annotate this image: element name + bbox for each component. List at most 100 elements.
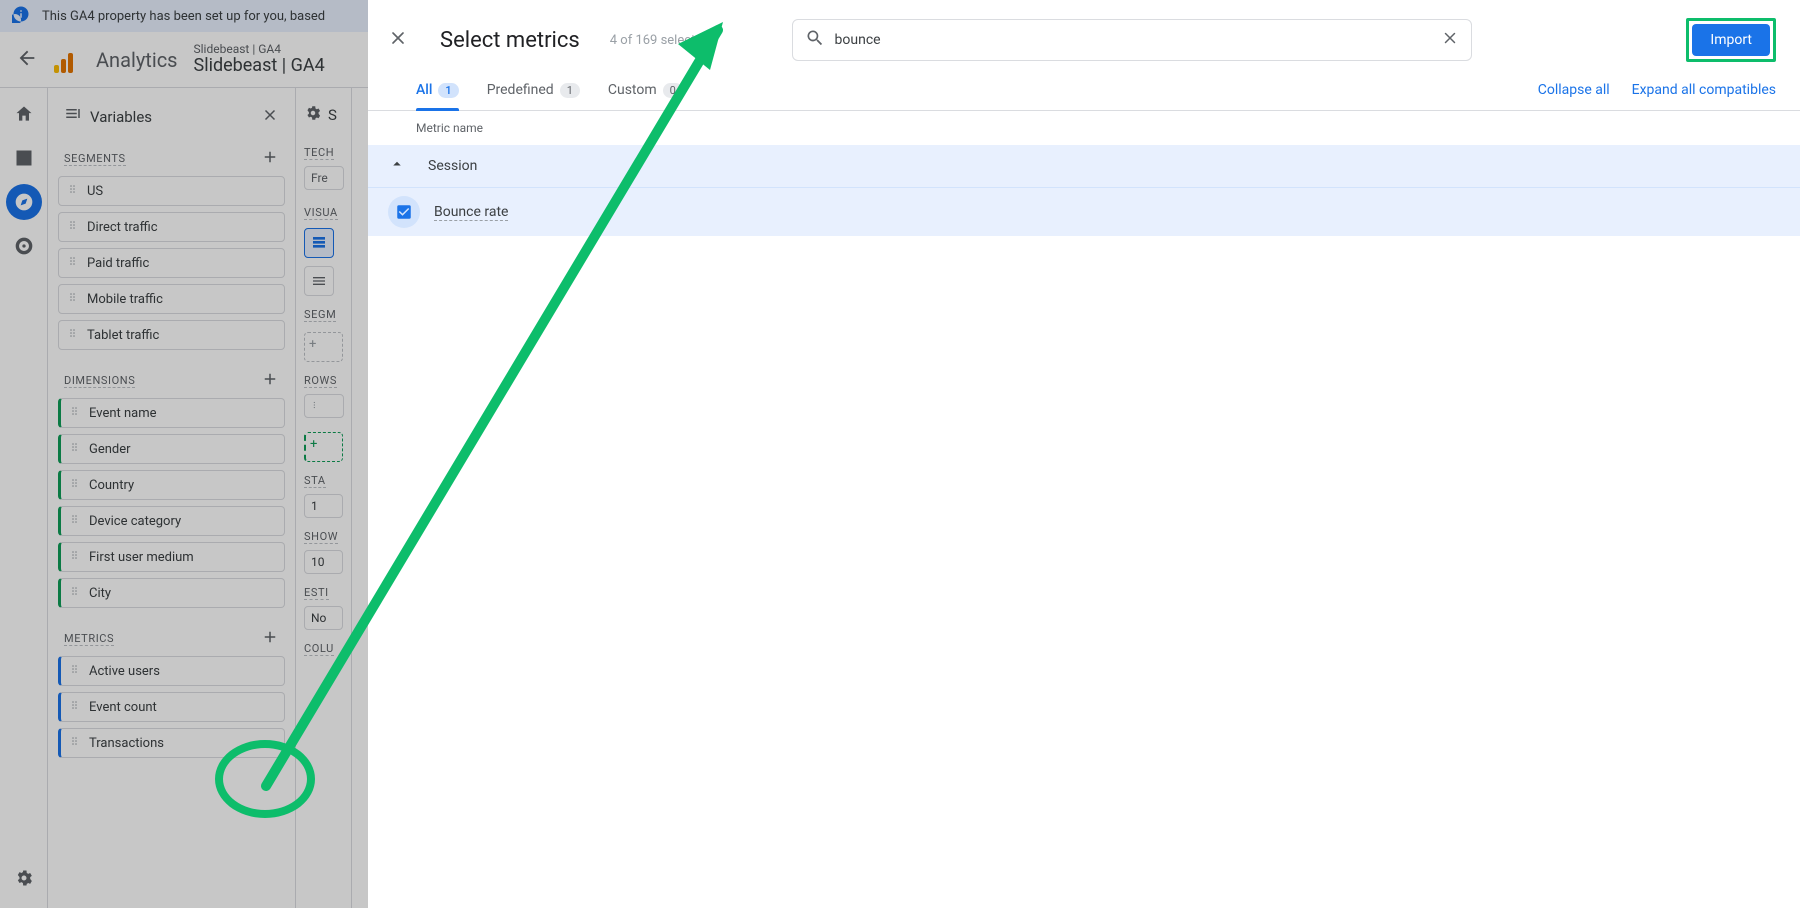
metric-chip[interactable]: Active users bbox=[58, 656, 285, 686]
chip-label: Transactions bbox=[89, 736, 164, 751]
chip-label: Gender bbox=[89, 442, 131, 457]
row-slot[interactable] bbox=[304, 394, 344, 418]
reports-icon[interactable] bbox=[6, 140, 42, 176]
column-header: Metric name bbox=[368, 111, 1800, 145]
import-button-highlight: Import bbox=[1686, 18, 1776, 62]
left-nav-rail bbox=[0, 88, 48, 908]
drag-handle-icon bbox=[69, 513, 81, 529]
clear-search-button[interactable] bbox=[1441, 29, 1459, 51]
chip-label: First user medium bbox=[89, 550, 194, 565]
dimension-chip[interactable]: Country bbox=[58, 470, 285, 500]
metric-checkbox[interactable] bbox=[388, 196, 420, 228]
rows-label: ROWS bbox=[304, 374, 337, 388]
variables-icon bbox=[64, 106, 82, 128]
metric-chip[interactable]: Event count bbox=[58, 692, 285, 722]
chip-label: Event name bbox=[89, 406, 157, 421]
metric-chip[interactable]: Transactions bbox=[58, 728, 285, 758]
tab-count: 1 bbox=[560, 83, 580, 98]
segment-chip[interactable]: Paid traffic bbox=[58, 248, 285, 278]
visualization-other-button[interactable] bbox=[304, 266, 334, 296]
advertising-icon[interactable] bbox=[6, 228, 42, 264]
dimension-chip[interactable]: Device category bbox=[58, 506, 285, 536]
metric-row[interactable]: Bounce rate bbox=[368, 187, 1800, 236]
home-icon[interactable] bbox=[6, 96, 42, 132]
gear-icon bbox=[304, 104, 322, 126]
back-button[interactable] bbox=[16, 47, 38, 73]
show-rows-value[interactable]: 10 bbox=[304, 550, 343, 574]
visualization-table-button[interactable] bbox=[304, 228, 334, 258]
chip-label: Direct traffic bbox=[87, 220, 158, 235]
tab-label: All bbox=[416, 82, 432, 98]
segment-chip[interactable]: Direct traffic bbox=[58, 212, 285, 242]
info-icon bbox=[12, 5, 30, 27]
variables-panel: Variables Segments US Direct traffic Pai… bbox=[48, 88, 296, 908]
dimension-chip[interactable]: Event name bbox=[58, 398, 285, 428]
row-drop-slot[interactable]: + bbox=[304, 432, 343, 462]
group-name: Session bbox=[428, 158, 477, 174]
metric-name: Bounce rate bbox=[434, 204, 508, 221]
drag-handle-icon bbox=[69, 477, 81, 493]
segment-chip[interactable]: US bbox=[58, 176, 285, 206]
dimension-chip[interactable]: First user medium bbox=[58, 542, 285, 572]
settings-panel: S TECH Fre VISUA SEGM + ROWS + STA 1 SHO… bbox=[296, 88, 352, 908]
dimension-chip[interactable]: Gender bbox=[58, 434, 285, 464]
tab-label: Predefined bbox=[487, 82, 554, 98]
drag-handle-icon bbox=[69, 549, 81, 565]
explore-icon[interactable] bbox=[6, 184, 42, 220]
segment-comparison-label: SEGM bbox=[304, 308, 336, 322]
property-name: Slidebeast | GA4 bbox=[194, 56, 325, 76]
nested-rows-value[interactable]: No bbox=[304, 606, 343, 630]
collapse-all-link[interactable]: Collapse all bbox=[1538, 82, 1610, 98]
columns-label: COLU bbox=[304, 642, 334, 656]
tab-count: 1 bbox=[438, 83, 458, 98]
tab-count: 0 bbox=[663, 83, 683, 98]
close-panel-button[interactable] bbox=[388, 28, 408, 52]
nested-rows-label: ESTI bbox=[304, 586, 329, 600]
search-icon bbox=[805, 28, 825, 52]
show-rows-label: SHOW bbox=[304, 530, 338, 544]
chip-label: Active users bbox=[89, 664, 160, 679]
chip-label: City bbox=[89, 586, 111, 601]
chip-label: US bbox=[87, 184, 103, 199]
close-variables-button[interactable] bbox=[261, 106, 279, 128]
panel-subtitle: 4 of 169 selected bbox=[610, 33, 710, 48]
banner-text: This GA4 property has been set up for yo… bbox=[42, 9, 325, 24]
dimensions-label: Dimensions bbox=[64, 374, 135, 388]
segment-chip[interactable]: Mobile traffic bbox=[58, 284, 285, 314]
metric-group-row[interactable]: Session bbox=[368, 145, 1800, 187]
dimension-chip[interactable]: City bbox=[58, 578, 285, 608]
drag-handle-icon bbox=[69, 735, 81, 751]
property-selector[interactable]: Slidebeast | GA4 Slidebeast | GA4 bbox=[194, 43, 325, 76]
search-box[interactable] bbox=[792, 19, 1472, 61]
tab-custom[interactable]: Custom 0 bbox=[608, 82, 683, 110]
visualization-label: VISUA bbox=[304, 206, 338, 220]
add-segment-button[interactable] bbox=[261, 148, 279, 170]
select-metrics-panel: Select metrics 4 of 169 selected Import … bbox=[368, 0, 1800, 908]
add-dimension-button[interactable] bbox=[261, 370, 279, 392]
expand-compatibles-link[interactable]: Expand all compatibles bbox=[1632, 82, 1776, 98]
tab-predefined[interactable]: Predefined 1 bbox=[487, 82, 580, 110]
chevron-up-icon bbox=[388, 155, 406, 177]
chip-label: Country bbox=[89, 478, 134, 493]
start-row-value[interactable]: 1 bbox=[304, 494, 343, 518]
import-button[interactable]: Import bbox=[1692, 24, 1770, 56]
drag-handle-icon bbox=[67, 327, 79, 343]
drag-handle-icon bbox=[69, 405, 81, 421]
admin-icon[interactable] bbox=[6, 860, 42, 896]
settings-title: S bbox=[328, 106, 337, 124]
tab-label: Custom bbox=[608, 82, 657, 98]
metrics-label: Metrics bbox=[64, 632, 114, 646]
segment-drop-slot[interactable]: + bbox=[304, 332, 343, 362]
drag-handle-icon bbox=[67, 255, 79, 271]
chip-label: Mobile traffic bbox=[87, 292, 163, 307]
variables-title: Variables bbox=[90, 108, 152, 126]
add-metric-button[interactable] bbox=[261, 628, 279, 650]
analytics-logo bbox=[54, 47, 80, 73]
panel-title: Select metrics bbox=[440, 28, 580, 53]
segment-chip[interactable]: Tablet traffic bbox=[58, 320, 285, 350]
drag-handle-icon bbox=[67, 291, 79, 307]
tab-all[interactable]: All 1 bbox=[416, 82, 459, 110]
drag-handle-icon bbox=[67, 219, 79, 235]
search-input[interactable] bbox=[835, 32, 1431, 48]
technique-value[interactable]: Fre bbox=[304, 166, 344, 190]
